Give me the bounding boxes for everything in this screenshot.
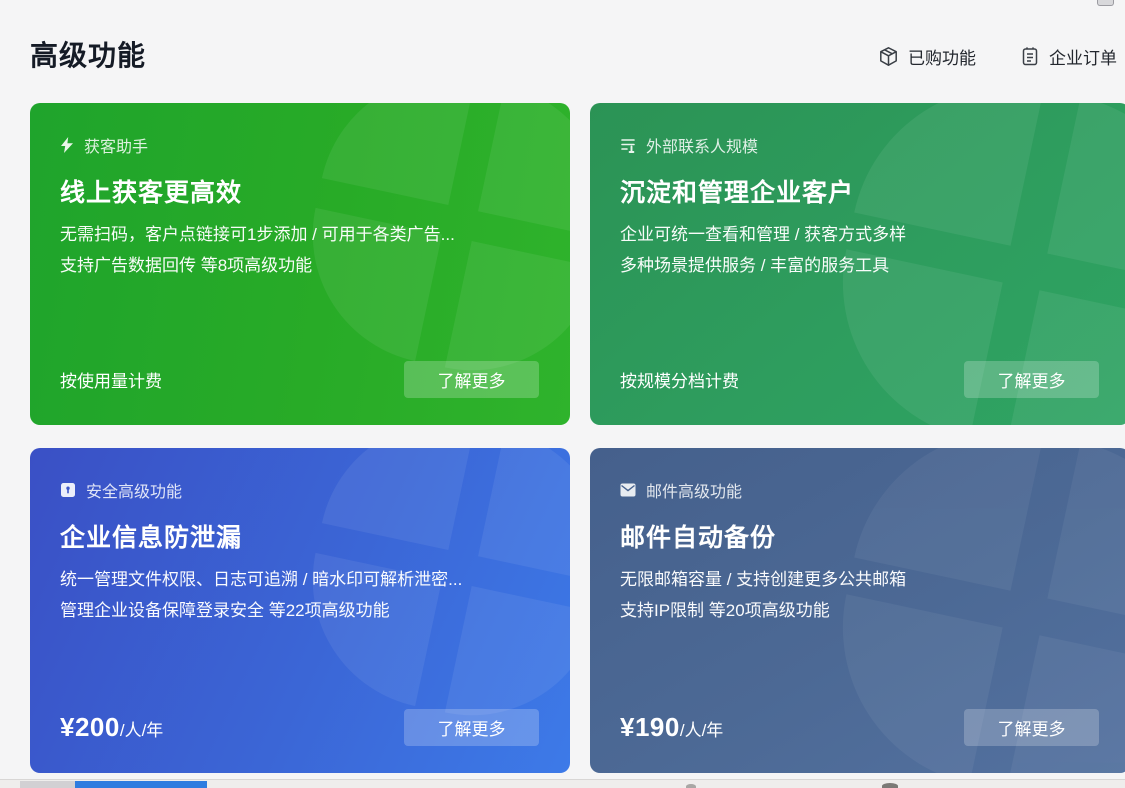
card-description: 统一管理文件权限、日志可追溯 / 暗水印可解析泄密... 管理企业设备保障登录安… [60,564,462,626]
order-list-icon [1020,46,1040,67]
feature-card-acquisition-assistant[interactable]: 获客助手 线上获客更高效 无需扫码，客户点链接可1步添加 / 可用于各类广告..… [30,103,570,425]
price-amount: ¥200 [60,712,120,743]
purchased-features-link[interactable]: 已购功能 [878,44,976,69]
feature-card-mail[interactable]: 邮件高级功能 邮件自动备份 无限邮箱容量 / 支持创建更多公共邮箱 支持IP限制… [590,448,1125,773]
price: ¥190/人/年 [620,712,723,743]
learn-more-button[interactable]: 了解更多 [404,361,539,398]
safe-lock-icon [60,482,76,498]
taskbar-strip[interactable] [0,779,1125,788]
card-badge: 安全高级功能 [60,478,182,502]
learn-more-button[interactable]: 了解更多 [404,709,539,746]
mail-icon [620,483,636,497]
card-badge-label: 邮件高级功能 [646,478,742,502]
pricing-note: 按使用量计费 [60,367,162,392]
card-title: 邮件自动备份 [620,518,776,554]
card-badge: 获客助手 [60,133,148,157]
taskbar-active-segment[interactable] [75,781,207,788]
feature-card-security[interactable]: 安全高级功能 企业信息防泄漏 统一管理文件权限、日志可追溯 / 暗水印可解析泄密… [30,448,570,773]
enterprise-orders-label: 企业订单 [1049,44,1117,69]
feature-card-external-contacts[interactable]: 外部联系人规模 沉淀和管理企业客户 企业可统一查看和管理 / 获客方式多样 多种… [590,103,1125,425]
price-amount: ¥190 [620,712,680,743]
card-description: 无限邮箱容量 / 支持创建更多公共邮箱 支持IP限制 等20项高级功能 [620,564,906,626]
card-title: 线上获客更高效 [60,173,242,209]
card-desc-line: 无限邮箱容量 / 支持创建更多公共邮箱 [620,564,906,595]
card-badge: 外部联系人规模 [620,133,758,157]
learn-more-button[interactable]: 了解更多 [964,361,1099,398]
card-desc-line: 无需扫码，客户点链接可1步添加 / 可用于各类广告... [60,219,455,250]
taskbar-icon-fragment [686,784,696,788]
card-badge-label: 外部联系人规模 [646,133,758,157]
price-unit: /人/年 [120,716,163,741]
card-badge-label: 安全高级功能 [86,478,182,502]
card-desc-line: 支持广告数据回传 等8项高级功能 [60,250,455,281]
price-unit: /人/年 [680,716,723,741]
card-footer: 按使用量计费 了解更多 [60,361,539,398]
card-title: 企业信息防泄漏 [60,518,242,554]
price: ¥200/人/年 [60,712,163,743]
pricing-note: 按规模分档计费 [620,367,739,392]
learn-more-button[interactable]: 了解更多 [964,709,1099,746]
window-control-fragment [1097,0,1114,6]
advanced-features-page: 高级功能 已购功能 企业订单 [0,0,1125,788]
card-description: 无需扫码，客户点链接可1步添加 / 可用于各类广告... 支持广告数据回传 等8… [60,219,455,281]
card-title: 沉淀和管理企业客户 [620,173,854,209]
card-footer: 按规模分档计费 了解更多 [620,361,1099,398]
contacts-scale-icon [620,137,636,153]
taskbar-icon-fragment [882,783,898,788]
card-footer: ¥200/人/年 了解更多 [60,709,539,746]
taskbar-segment[interactable] [20,781,75,788]
card-desc-line: 统一管理文件权限、日志可追溯 / 暗水印可解析泄密... [60,564,462,595]
card-badge-label: 获客助手 [84,133,148,157]
package-icon [878,46,899,67]
card-badge: 邮件高级功能 [620,478,742,502]
card-description: 企业可统一查看和管理 / 获客方式多样 多种场景提供服务 / 丰富的服务工具 [620,219,906,281]
card-footer: ¥190/人/年 了解更多 [620,709,1099,746]
card-desc-line: 企业可统一查看和管理 / 获客方式多样 [620,219,906,250]
purchased-features-label: 已购功能 [908,44,976,69]
header-actions: 已购功能 企业订单 [878,44,1117,69]
lightning-icon [60,137,74,153]
page-title: 高级功能 [30,34,146,74]
enterprise-orders-link[interactable]: 企业订单 [1020,44,1117,69]
card-desc-line: 管理企业设备保障登录安全 等22项高级功能 [60,595,462,626]
card-desc-line: 支持IP限制 等20项高级功能 [620,595,906,626]
card-desc-line: 多种场景提供服务 / 丰富的服务工具 [620,250,906,281]
